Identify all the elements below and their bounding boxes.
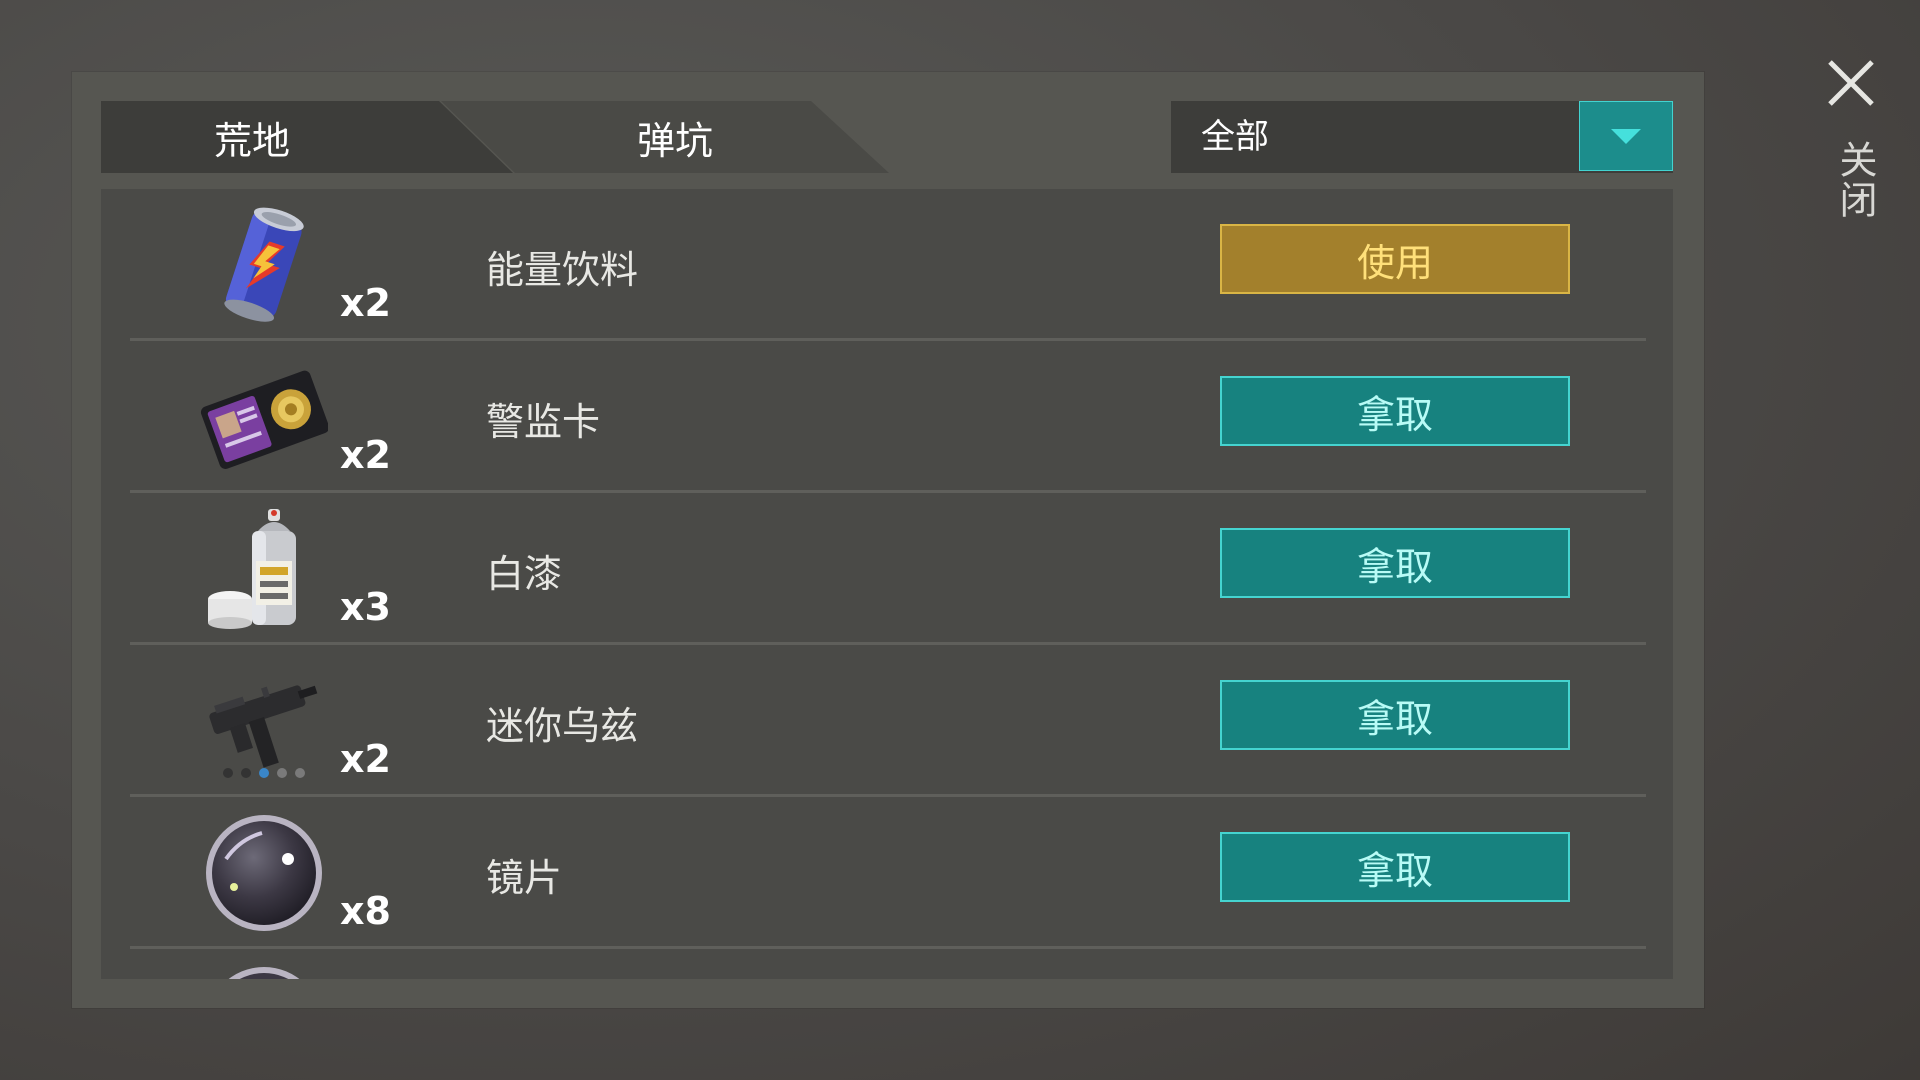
item-name: 镜片	[486, 856, 563, 900]
item-name: 警监卡	[486, 400, 601, 444]
spray-paint-icon	[208, 509, 296, 629]
item-count: x2	[340, 737, 391, 781]
filter-selected-value: 全部	[1201, 117, 1269, 157]
use-button[interactable]: 使用	[1220, 224, 1570, 294]
take-button[interactable]: 拿取	[1220, 528, 1570, 598]
take-button[interactable]: 拿取	[1220, 680, 1570, 750]
list-item: x2 迷你乌兹 拿取	[130, 645, 1646, 797]
tab-label: 弹坑	[636, 118, 713, 163]
item-list[interactable]: x2 能量饮料 使用 x2 警监卡 拿取 x3 白漆 拿取 x2 迷你乌兹 拿取…	[101, 189, 1673, 979]
police-badge-icon	[200, 370, 328, 469]
item-count: x8	[340, 889, 391, 933]
item-name: 迷你乌兹	[486, 704, 639, 748]
item-name: 能量饮料	[486, 248, 639, 292]
close-label[interactable]: 关闭	[1828, 140, 1883, 220]
item-count: x2	[340, 433, 391, 477]
tab-strip: 荒地 弹坑	[101, 101, 1161, 173]
take-button[interactable]: 拿取	[1220, 832, 1570, 902]
filter-dropdown[interactable]: 全部	[1171, 101, 1673, 173]
lens-icon	[228, 967, 300, 979]
item-name: 白漆	[486, 552, 563, 596]
dropdown-toggle-button[interactable]	[1579, 101, 1673, 171]
tab-wasteland[interactable]: 荒地	[101, 101, 513, 173]
tab-label: 荒地	[213, 118, 290, 163]
list-item: x2 警监卡 拿取	[130, 341, 1646, 493]
item-count: x3	[340, 585, 391, 629]
loot-panel: 荒地 弹坑 全部 x2 能量饮料 使用 x2 警监卡 拿取 x3 白漆 拿取 x…	[72, 72, 1704, 1008]
lens-icon	[206, 815, 322, 931]
list-item	[130, 949, 1646, 979]
item-count: x2	[340, 281, 391, 325]
list-item: x8 镜片 拿取	[130, 797, 1646, 949]
close-icon[interactable]	[1826, 58, 1876, 108]
tab-crater[interactable]: 弹坑	[441, 101, 889, 173]
list-item: x3 白漆 拿取	[130, 493, 1646, 645]
list-item: x2 能量饮料 使用	[130, 189, 1646, 341]
mini-uzi-icon	[209, 685, 318, 778]
take-button[interactable]: 拿取	[1220, 376, 1570, 446]
chevron-down-icon	[1611, 129, 1641, 144]
energy-drink-icon	[224, 207, 304, 322]
